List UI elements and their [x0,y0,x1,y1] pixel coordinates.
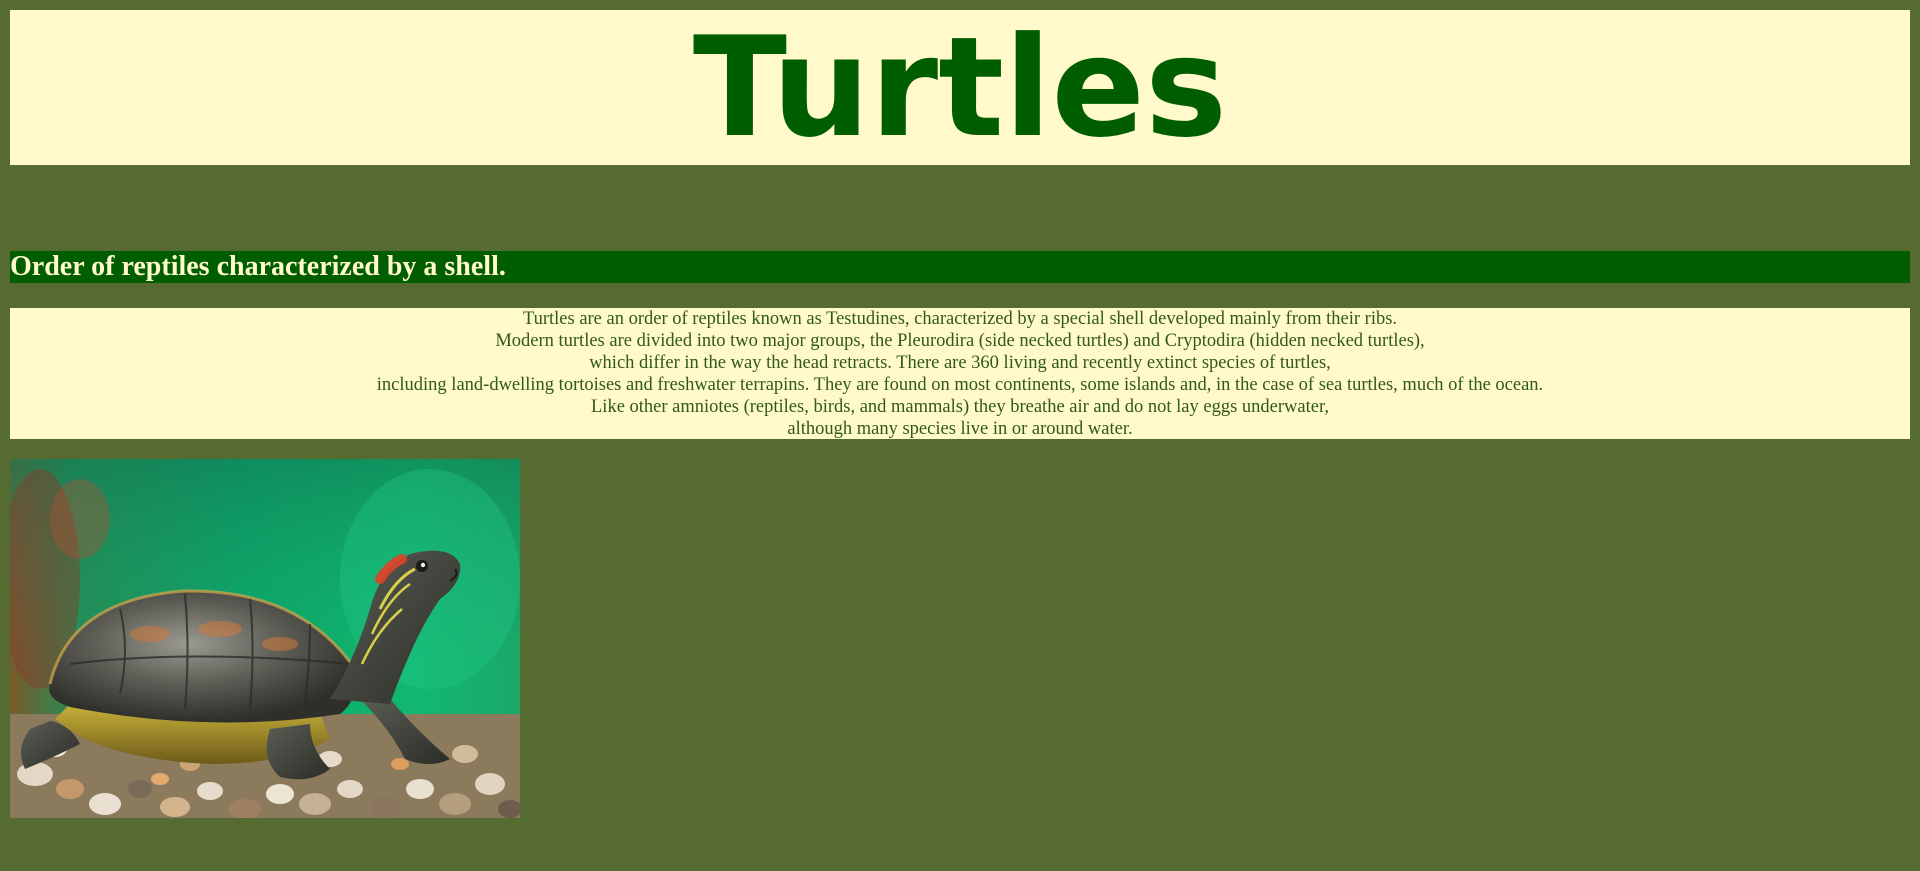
intro-line: which differ in the way the head retract… [589,353,1331,373]
intro-line: including land-dwelling tortoises and fr… [376,375,1544,395]
section-heading: Order of reptiles characterized by a she… [10,251,506,282]
turtle-photo [10,459,520,818]
subtitle-bar: Order of reptiles characterized by a she… [10,251,1910,283]
page-title: Turtles [692,7,1228,168]
intro-line: although many species live in or around … [787,419,1133,439]
intro-line: Modern turtles are divided into two majo… [495,331,1425,351]
intro-line: Like other amniotes (reptiles, birds, an… [591,397,1329,417]
intro-paragraph: Turtles are an order of reptiles known a… [10,308,1910,439]
intro-line: Turtles are an order of reptiles known a… [522,309,1398,329]
title-banner: Turtles [10,10,1910,165]
